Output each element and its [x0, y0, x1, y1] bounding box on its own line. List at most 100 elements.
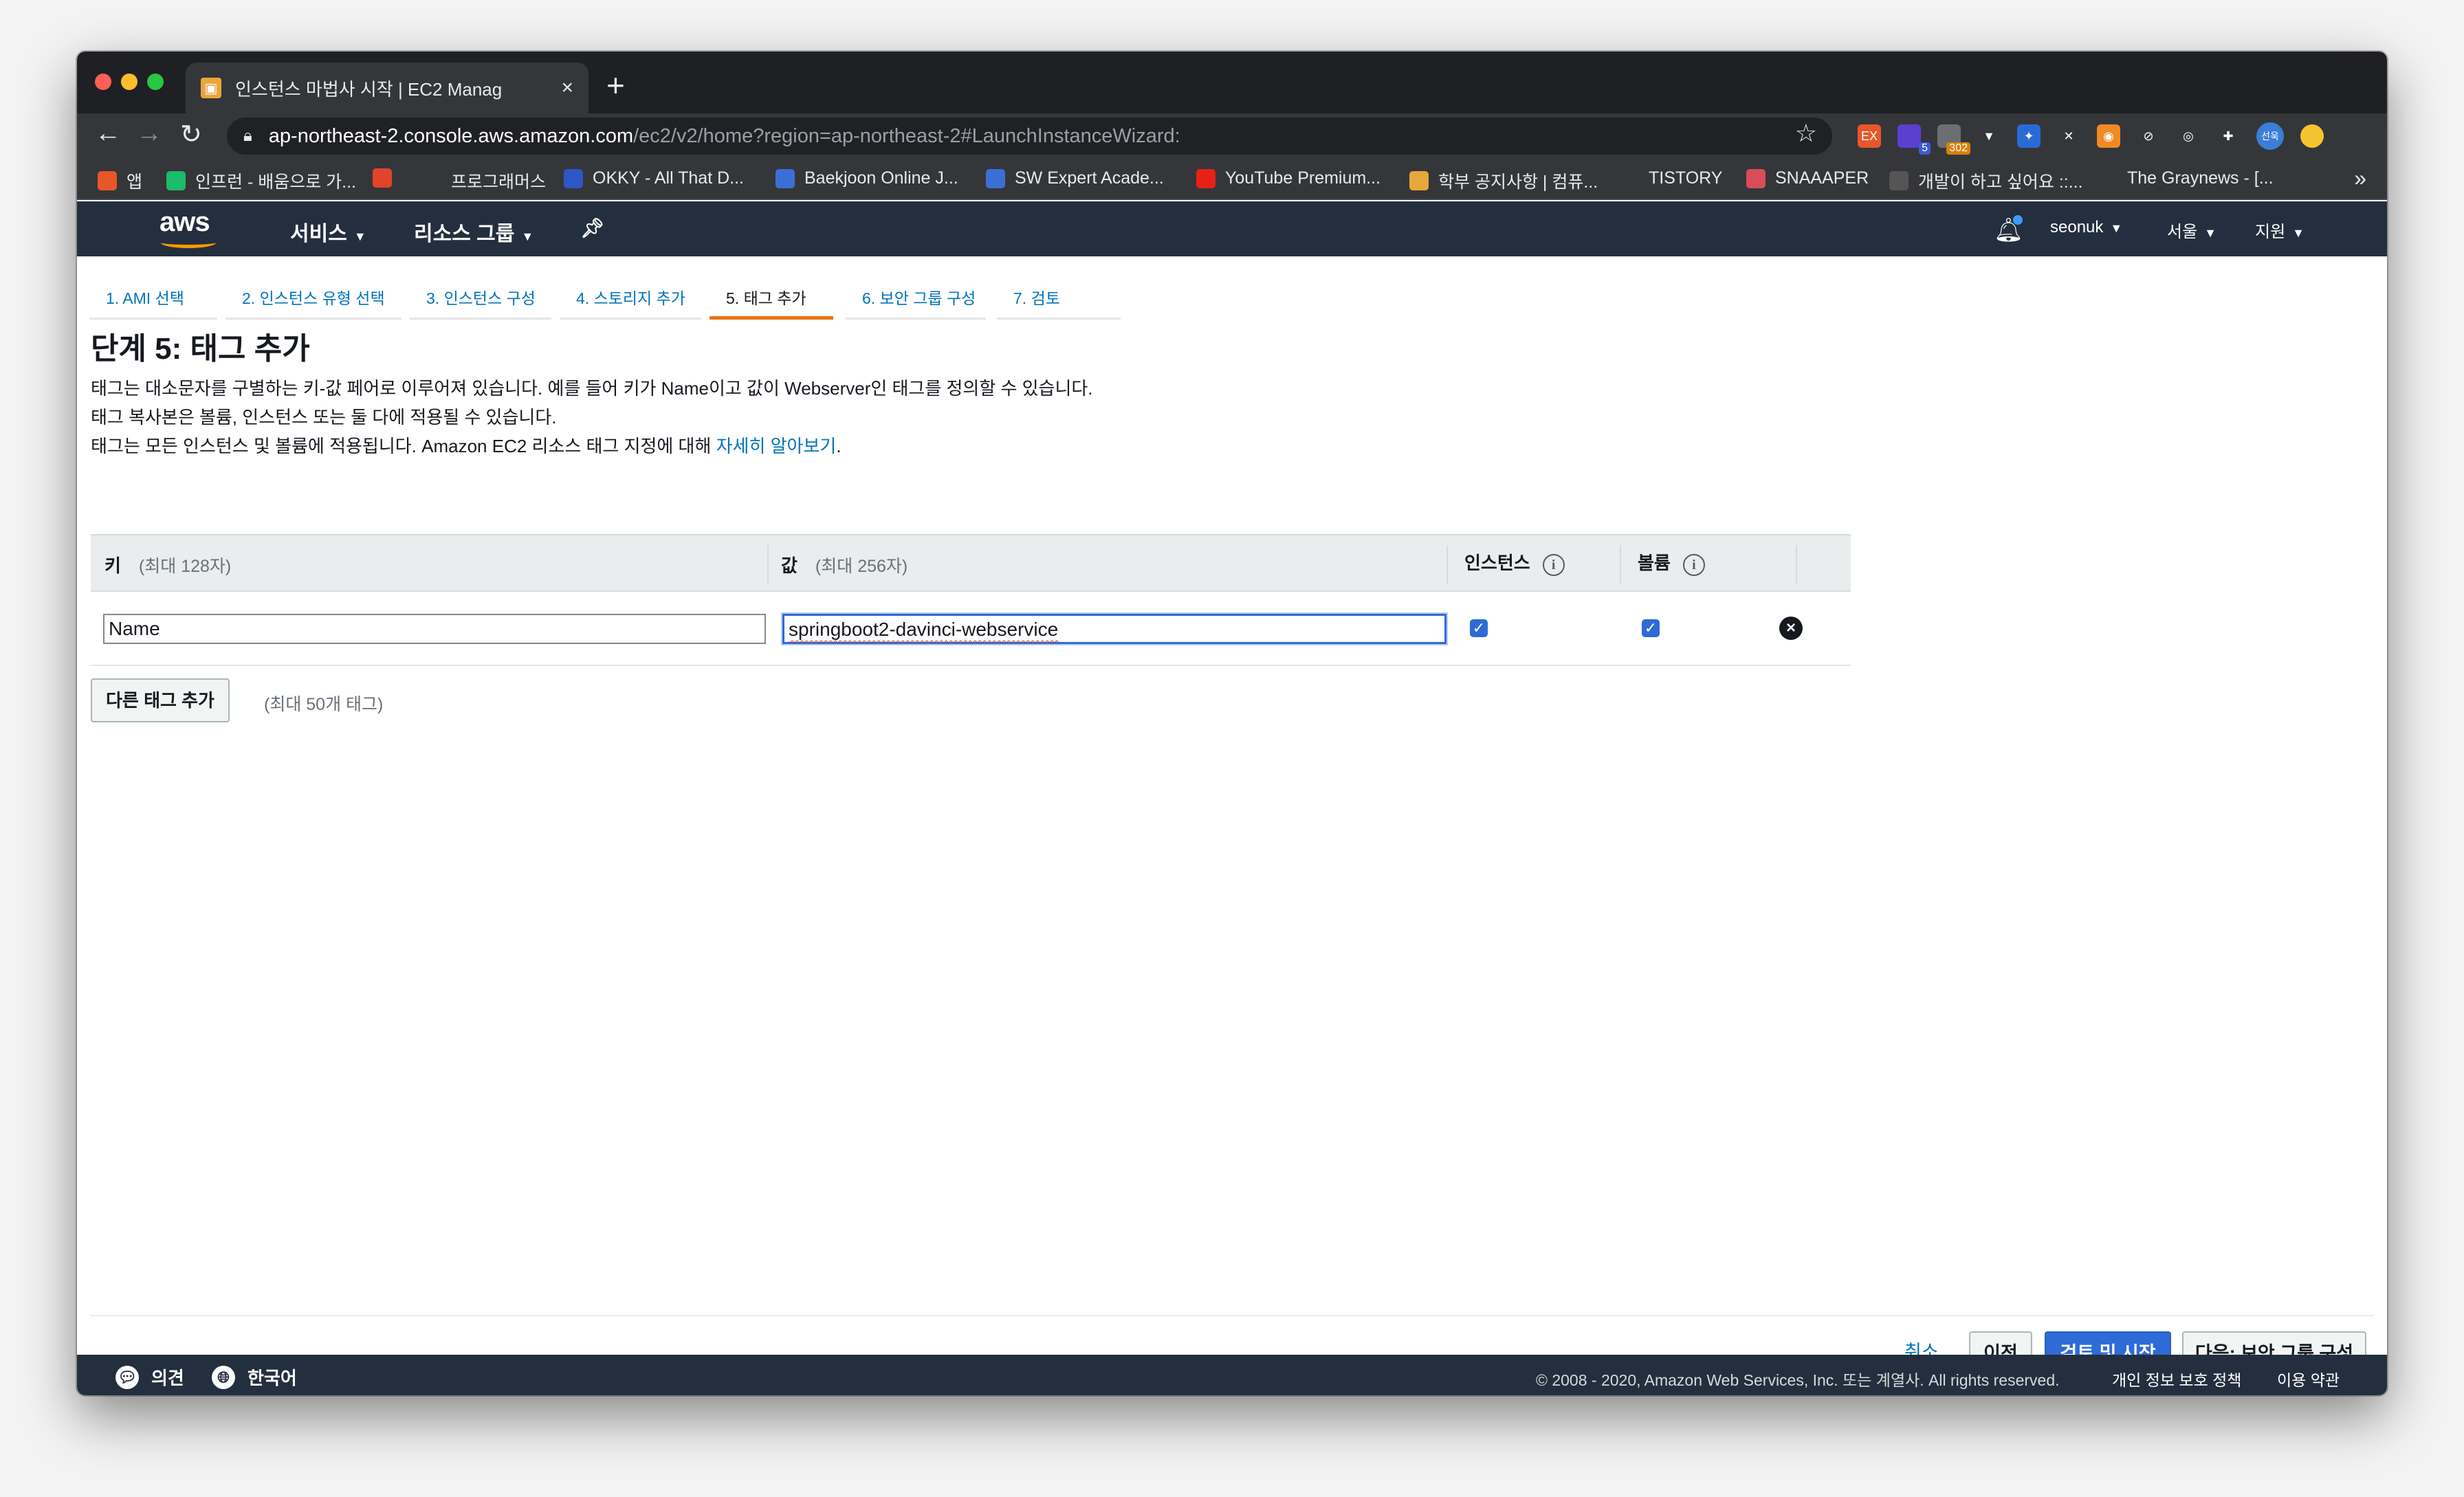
puzzle-icon[interactable]: ✚	[2216, 124, 2240, 148]
swexpert-icon	[986, 168, 1005, 188]
bookmark-label: 개발이 하고 싶어요 ::...	[1918, 173, 2083, 192]
info-icon[interactable]: i	[1682, 554, 1705, 576]
bookmark-swexpert[interactable]: SW Expert Acade...	[986, 168, 1164, 188]
url-path: /ec2/v2/home?region=ap-northeast-2#Launc…	[633, 124, 1180, 147]
browser-toolbar: ← → ↻ 🔒︎ ap-northeast-2.console.aws.amaz…	[77, 113, 2387, 159]
caret-down-icon: ▼	[2110, 221, 2123, 235]
profile-avatar[interactable]: 선욱	[2256, 122, 2284, 150]
volume-checkbox[interactable]: ✓	[1642, 619, 1660, 637]
inflearn-icon	[166, 171, 186, 190]
console-footer: 💬︎ 의견 🌐︎ 한국어 © 2008 - 2020, Amazon Web S…	[77, 1355, 2387, 1395]
account-menu[interactable]: seonuk ▼	[2050, 218, 2122, 237]
column-divider	[1446, 545, 1448, 584]
column-header-value: 값 (최대 256자)	[781, 555, 908, 576]
address-bar[interactable]: 🔒︎ ap-northeast-2.console.aws.amazon.com…	[227, 118, 1832, 155]
vue-devtools-icon[interactable]: ▼	[1977, 124, 2001, 148]
aws-logo[interactable]: aws	[160, 207, 221, 248]
tag-value-input[interactable]: springboot2-davinci-webservice	[782, 614, 1446, 644]
sun-extension-icon[interactable]	[2300, 124, 2324, 148]
column-divider	[1796, 545, 1797, 584]
tag-table: 키(최대 128자) 값(최대 256자) 인스턴스i 볼륨i Name	[91, 534, 1851, 666]
lock-icon: 🔒︎	[243, 126, 252, 145]
purple-extension-icon[interactable]: 5	[1898, 124, 1930, 155]
caret-down-icon: ▼	[2204, 226, 2216, 240]
baekjoon-icon	[776, 168, 795, 188]
column-divider	[767, 545, 769, 584]
extension-badge: 302	[1946, 142, 1970, 155]
reload-icon[interactable]: ↻	[180, 119, 202, 150]
bookmarks-overflow-icon[interactable]: »	[2354, 166, 2366, 191]
notification-dot	[2013, 215, 2023, 225]
close-window-button[interactable]	[95, 74, 111, 90]
add-tag-hint: (최대 50개 태그)	[264, 695, 384, 714]
rss-icon[interactable]: ◉	[2097, 124, 2120, 148]
caret-down-icon: ▼	[2292, 226, 2304, 240]
step-add-tags[interactable]: 5. 태그 추가	[710, 270, 833, 320]
step-review[interactable]: 7. 검토	[997, 270, 1121, 320]
bookmark-youtube[interactable]: YouTube Premium...	[1196, 168, 1380, 188]
column-header-volume: 볼륨 i	[1638, 549, 1705, 576]
privacy-policy-link[interactable]: 개인 정보 보호 정책	[2112, 1367, 2241, 1390]
language-selector[interactable]: 🌐︎ 한국어	[212, 1364, 297, 1390]
step-configure-instance[interactable]: 3. 인스턴스 구성	[410, 270, 551, 320]
extensions-bar: EX 5 302 ▼ ✦ ✕ ◉ ⊘ ◎ ✚ 선욱	[1858, 122, 2324, 155]
maximize-window-button[interactable]	[147, 74, 164, 90]
bookmark-programmers[interactable]: 프로그래머스	[422, 168, 546, 193]
new-tab-button[interactable]: +	[606, 67, 625, 104]
step-instance-type[interactable]: 2. 인스턴스 유형 선택	[226, 270, 402, 320]
tab-close-icon[interactable]: ×	[561, 76, 573, 100]
bookmark-label: Baekjoon Online J...	[804, 168, 958, 188]
divider	[91, 1315, 2373, 1316]
school-icon	[1409, 171, 1429, 190]
terms-link[interactable]: 이용 약관	[2277, 1367, 2340, 1390]
tag-key-input[interactable]: Name	[103, 614, 766, 644]
page-title: 단계 5: 태그 추가	[91, 332, 310, 366]
bookmark-baekjoon[interactable]: Baekjoon Online J...	[776, 168, 958, 188]
region-menu[interactable]: 서울 ▼	[2167, 218, 2216, 242]
tistory-icon	[1620, 168, 1639, 188]
resource-groups-menu[interactable]: 리소스 그룹 ▼	[414, 217, 534, 247]
step-ami[interactable]: 1. AMI 선택	[89, 270, 217, 320]
description-line-3: 태그는 모든 인스턴스 및 볼륨에 적용됩니다. Amazon EC2 리소스 …	[91, 436, 842, 456]
bookmark-globe[interactable]: The Graynews - [...	[2098, 168, 2274, 188]
back-arrow-icon[interactable]: ←	[95, 119, 121, 148]
instance-checkbox[interactable]: ✓	[1470, 619, 1488, 637]
bookmark-label: YouTube Premium...	[1225, 168, 1381, 188]
services-menu[interactable]: 서비스 ▼	[290, 217, 366, 247]
extension-302-icon[interactable]: 302	[1937, 124, 1970, 155]
support-menu[interactable]: 지원 ▼	[2255, 218, 2304, 242]
x-extension-icon[interactable]: ✕	[2057, 124, 2080, 148]
feedback-link[interactable]: 💬︎ 의견	[116, 1364, 184, 1390]
bookmark-apps[interactable]: 앱	[98, 168, 142, 193]
learn-more-link[interactable]: 자세히 알아보기	[716, 436, 837, 456]
add-tag-button[interactable]: 다른 태그 추가	[91, 678, 230, 722]
browser-tab[interactable]: ▣ 인스턴스 마법사 시작 | EC2 Manag ×	[186, 63, 588, 113]
step-security-group[interactable]: 6. 보안 그룹 구성	[846, 270, 986, 320]
remove-tag-icon[interactable]: ×	[1779, 617, 1803, 640]
pin-icon[interactable]: 📌︎	[580, 217, 605, 239]
caret-down-icon: ▼	[521, 230, 534, 243]
description-line-2: 태그 복사본은 볼륨, 인스턴스 또는 둘 다에 적용될 수 있습니다.	[91, 407, 557, 428]
forward-arrow-icon[interactable]: →	[136, 119, 162, 148]
info-icon[interactable]: i	[1542, 554, 1565, 576]
bookmark-dev-blog[interactable]: 개발이 하고 싶어요 ::...	[1889, 168, 2083, 193]
ex-extension-icon[interactable]: EX	[1858, 124, 1881, 148]
bookmark-label: 인프런 - 배움으로 가...	[195, 173, 357, 192]
bookmark-okky[interactable]: OKKY - All That D...	[564, 168, 744, 188]
target-extension-icon[interactable]: ◎	[2177, 124, 2200, 148]
programmers-icon	[422, 171, 441, 190]
step-add-storage[interactable]: 4. 스토리지 추가	[560, 270, 701, 320]
bookmark-snaaaper[interactable]: SNAAAPER	[1746, 168, 1869, 188]
minimize-window-button[interactable]	[121, 74, 138, 90]
bookmark-red-extension[interactable]	[373, 168, 402, 188]
blue-extension-icon[interactable]: ✦	[2017, 124, 2040, 148]
disabled-extension-icon[interactable]: ⊘	[2137, 124, 2160, 148]
bookmark-star-icon[interactable]: ☆	[1795, 119, 1817, 148]
bookmark-inflearn[interactable]: 인프런 - 배움으로 가...	[166, 168, 356, 193]
url-host: ap-northeast-2.console.aws.amazon.com	[268, 124, 634, 147]
bookmark-school[interactable]: 학부 공지사항 | 컴퓨...	[1409, 168, 1598, 193]
aws-smile-icon	[161, 237, 216, 248]
bookmark-label: OKKY - All That D...	[593, 168, 744, 188]
bookmark-tistory[interactable]: TISTORY	[1620, 168, 1722, 188]
bookmark-label: 프로그래머스	[451, 173, 547, 192]
